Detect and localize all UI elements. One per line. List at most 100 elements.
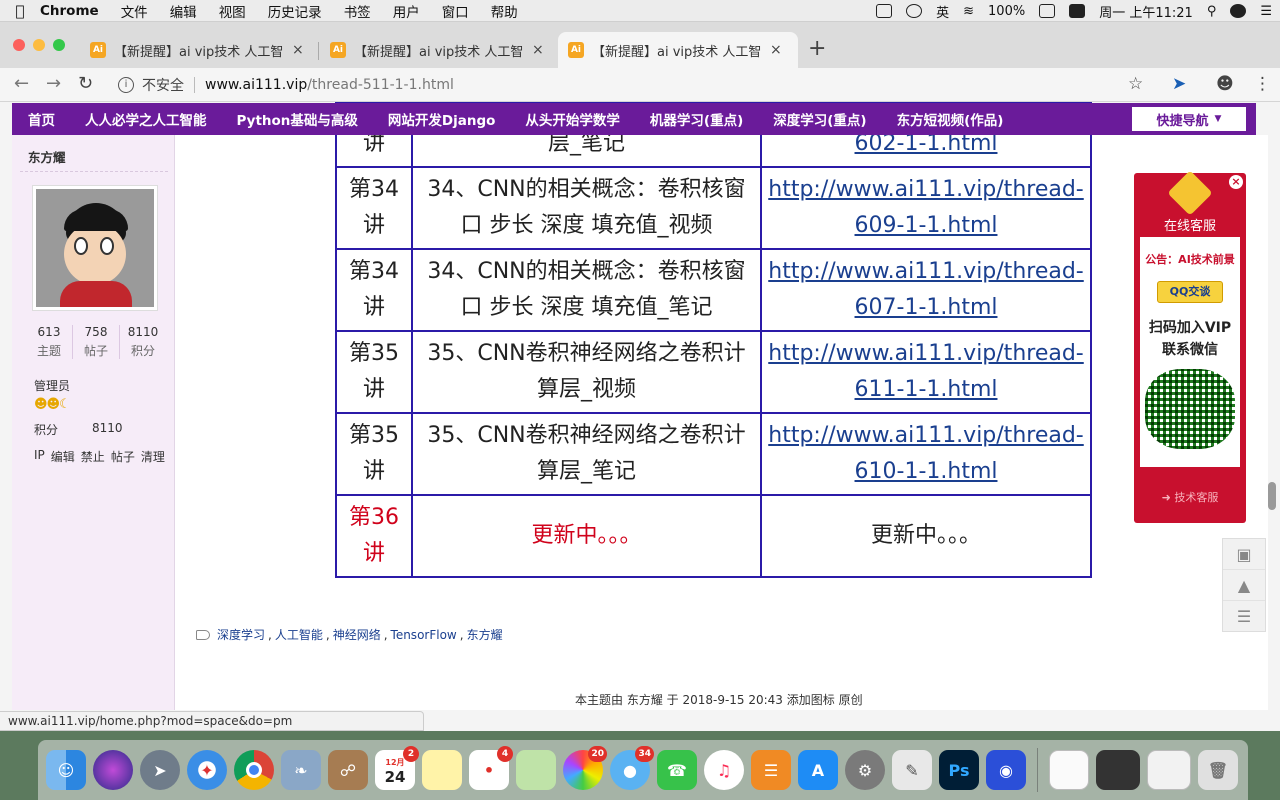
new-tab-button[interactable]: +: [808, 36, 826, 61]
photos-icon[interactable]: 20: [563, 746, 607, 790]
address-bar[interactable]: i 不安全 www.ai111.vip/thread-511-1-1.html: [110, 71, 1160, 99]
action-ip[interactable]: IP: [34, 448, 45, 465]
menu-bookmarks[interactable]: 书签: [344, 1, 371, 21]
screen-recorder-icon[interactable]: ◉: [986, 750, 1026, 790]
reminders-icon[interactable]: • 4: [469, 746, 513, 790]
window-close-button[interactable]: [13, 39, 25, 51]
photoshop-icon[interactable]: Ps: [939, 750, 979, 790]
browser-tab[interactable]: Ai 【新提醒】ai vip技术 人工智能 - ×: [320, 32, 558, 68]
tag-link[interactable]: TensorFlow: [391, 628, 457, 642]
menu-view[interactable]: 视图: [219, 1, 246, 21]
notes-icon[interactable]: [422, 750, 462, 790]
ad-bottom-text[interactable]: ➜ 技术客服: [1134, 489, 1246, 505]
siri-icon[interactable]: [1230, 4, 1247, 18]
nav-deep-learning[interactable]: 深度学习(重点): [773, 109, 866, 129]
stat-threads[interactable]: 613 主题: [26, 325, 73, 359]
qq-chat-button[interactable]: QQ交谈: [1157, 281, 1223, 303]
battery-icon[interactable]: [1039, 4, 1056, 18]
page-scrollbar[interactable]: [1268, 482, 1276, 510]
sync-icon[interactable]: [906, 4, 923, 18]
customer-service-ad[interactable]: × 在线客服 公告：AI技术前景 QQ交谈 扫码加入VIP 联系微信 ➜ 技术客…: [1134, 170, 1246, 523]
music-icon[interactable]: ♫: [704, 750, 744, 790]
site-info-icon[interactable]: i: [118, 77, 134, 93]
reply-comment-icon[interactable]: ▣: [1223, 539, 1265, 570]
author-role[interactable]: 管理员: [34, 377, 70, 394]
wifi-icon[interactable]: ≋: [963, 4, 974, 19]
siri-icon[interactable]: [93, 750, 133, 790]
bookmark-star-icon[interactable]: ☆: [1128, 74, 1143, 94]
nav-machine-learning[interactable]: 机器学习(重点): [650, 109, 743, 129]
author-name-link[interactable]: 东方耀: [28, 147, 66, 166]
nav-django[interactable]: 网站开发Django: [388, 109, 496, 129]
chrome-icon[interactable]: [234, 750, 274, 790]
nav-ai[interactable]: 人人必学之人工智能: [85, 109, 207, 129]
menu-history[interactable]: 历史记录: [268, 1, 322, 21]
messages-icon[interactable]: ● 34: [610, 746, 654, 790]
window-thumbnail-icon[interactable]: [1147, 750, 1191, 790]
battery-percent[interactable]: 100%: [988, 4, 1025, 19]
browser-tab-active[interactable]: Ai 【新提醒】ai vip技术 人工智能 - ×: [558, 32, 798, 68]
spotlight-search-icon[interactable]: ⚲: [1207, 4, 1217, 19]
tag-link[interactable]: 人工智能: [275, 626, 323, 643]
window-zoom-button[interactable]: [53, 39, 65, 51]
stat-posts[interactable]: 758 帖子: [73, 325, 120, 359]
menubar-clock[interactable]: 周一 上午11:21: [1099, 2, 1193, 21]
thread-link[interactable]: http://www.ai111.vip/thread-609-1-1.html: [760, 166, 1092, 250]
nav-python[interactable]: Python基础与高级: [237, 109, 358, 129]
launchpad-icon[interactable]: ➤: [140, 750, 180, 790]
chrome-menu-icon[interactable]: ⋮: [1254, 74, 1271, 94]
calendar-icon[interactable]: 12月 24 2: [375, 746, 419, 790]
menu-edit[interactable]: 编辑: [170, 1, 197, 21]
menu-file[interactable]: 文件: [121, 1, 148, 21]
app-status-icon[interactable]: [1069, 4, 1086, 18]
textedit-icon[interactable]: ✎: [892, 750, 932, 790]
apple-menu-icon[interactable]: : [0, 2, 40, 20]
document-thumbnail-icon[interactable]: [1049, 750, 1089, 790]
maps-icon[interactable]: [516, 750, 556, 790]
extension-bird-icon[interactable]: ➤: [1172, 74, 1186, 94]
input-method-indicator[interactable]: 英: [936, 2, 949, 21]
stat-points[interactable]: 8110 积分: [120, 325, 166, 359]
system-preferences-icon[interactable]: ⚙: [845, 750, 885, 790]
action-clean[interactable]: 清理: [141, 448, 165, 465]
tag-link[interactable]: 东方耀: [467, 626, 503, 643]
nav-math[interactable]: 从头开始学数学: [525, 109, 620, 129]
thread-link[interactable]: http://www.ai111.vip/thread-607-1-1.html: [760, 248, 1092, 332]
ad-close-icon[interactable]: ×: [1229, 175, 1243, 189]
tab-close-icon[interactable]: ×: [532, 42, 544, 58]
back-to-top-icon[interactable]: ▲: [1223, 570, 1265, 601]
menu-window[interactable]: 窗口: [442, 1, 469, 21]
nav-home[interactable]: 首页: [28, 109, 55, 129]
facetime-icon[interactable]: ☎: [657, 750, 697, 790]
books-icon[interactable]: ☰: [751, 750, 791, 790]
back-arrow-icon[interactable]: ←: [14, 73, 29, 94]
notification-center-icon[interactable]: ☰: [1260, 4, 1272, 19]
tab-close-icon[interactable]: ×: [770, 42, 782, 58]
nav-short-video[interactable]: 东方短视频(作品): [897, 109, 1004, 129]
reload-icon[interactable]: ↻: [78, 73, 93, 94]
action-edit[interactable]: 编辑: [51, 448, 75, 465]
eagle-app-icon[interactable]: ❧: [281, 750, 321, 790]
menu-app-chrome[interactable]: Chrome: [40, 3, 99, 19]
app-store-icon[interactable]: A: [798, 750, 838, 790]
menu-people[interactable]: 用户: [393, 1, 420, 21]
trash-icon[interactable]: 🗑: [1198, 750, 1238, 790]
safari-icon[interactable]: ✦: [187, 750, 227, 790]
list-icon[interactable]: ☰: [1223, 601, 1265, 632]
contacts-icon[interactable]: ☍: [328, 750, 368, 790]
browser-tab[interactable]: Ai 【新提醒】ai vip技术 人工智能 - ×: [80, 32, 318, 68]
profile-avatar-icon[interactable]: ☻: [1216, 74, 1234, 94]
screen-record-icon[interactable]: [876, 4, 893, 18]
quick-nav-button[interactable]: 快捷导航 ▼: [1132, 107, 1246, 131]
action-posts[interactable]: 帖子: [111, 448, 135, 465]
finder-icon[interactable]: ☺: [46, 750, 86, 790]
forward-arrow-icon[interactable]: →: [46, 73, 61, 94]
action-ban[interactable]: 禁止: [81, 448, 105, 465]
thread-link[interactable]: http://www.ai111.vip/thread-610-1-1.html: [760, 412, 1092, 496]
window-minimize-button[interactable]: [33, 39, 45, 51]
menu-help[interactable]: 帮助: [491, 1, 518, 21]
window-thumbnail-icon[interactable]: [1096, 750, 1140, 790]
tag-link[interactable]: 深度学习: [217, 626, 265, 643]
tag-link[interactable]: 神经网络: [333, 626, 381, 643]
avatar[interactable]: [32, 185, 158, 311]
